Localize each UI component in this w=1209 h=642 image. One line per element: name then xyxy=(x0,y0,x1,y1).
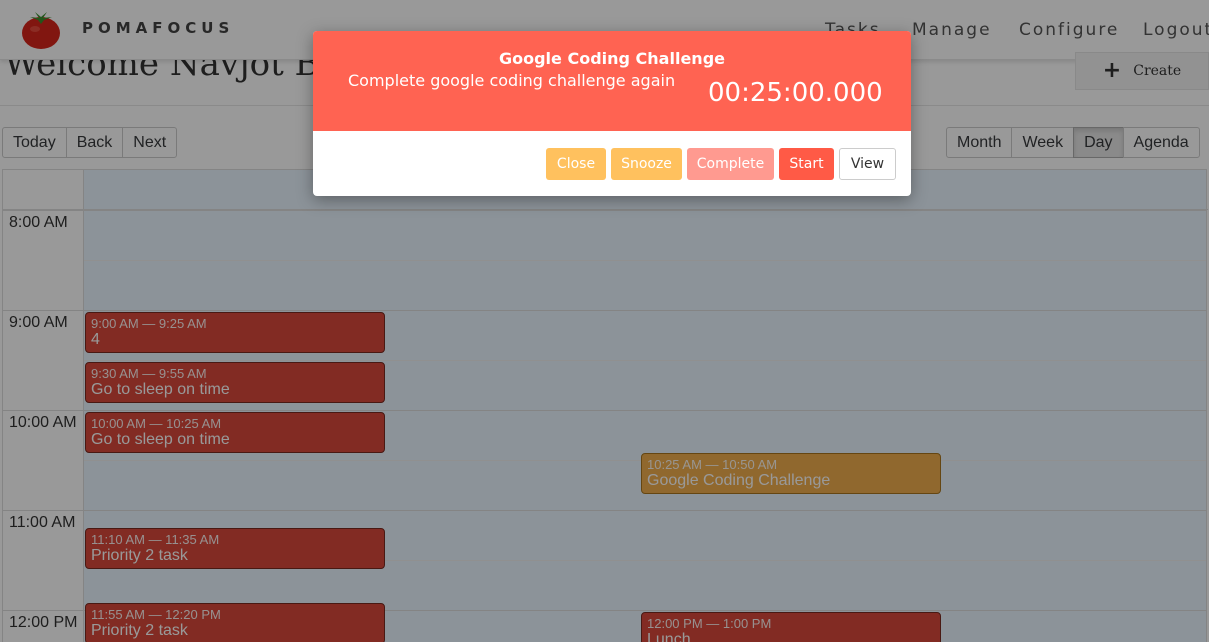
modal-footer: Close Snooze Complete Start View xyxy=(313,131,911,196)
modal-header: Google Coding Challenge Complete google … xyxy=(313,31,911,131)
task-timer-modal: Google Coding Challenge Complete google … xyxy=(313,31,911,196)
modal-title: Google Coding Challenge xyxy=(498,49,725,68)
complete-button[interactable]: Complete xyxy=(687,148,774,180)
countdown-timer: 00:25:00.000 xyxy=(708,78,883,108)
modal-description: Complete google coding challenge again xyxy=(348,71,676,90)
snooze-button[interactable]: Snooze xyxy=(611,148,682,180)
start-button[interactable]: Start xyxy=(779,148,834,180)
view-button[interactable]: View xyxy=(839,148,896,180)
close-button[interactable]: Close xyxy=(546,148,606,180)
